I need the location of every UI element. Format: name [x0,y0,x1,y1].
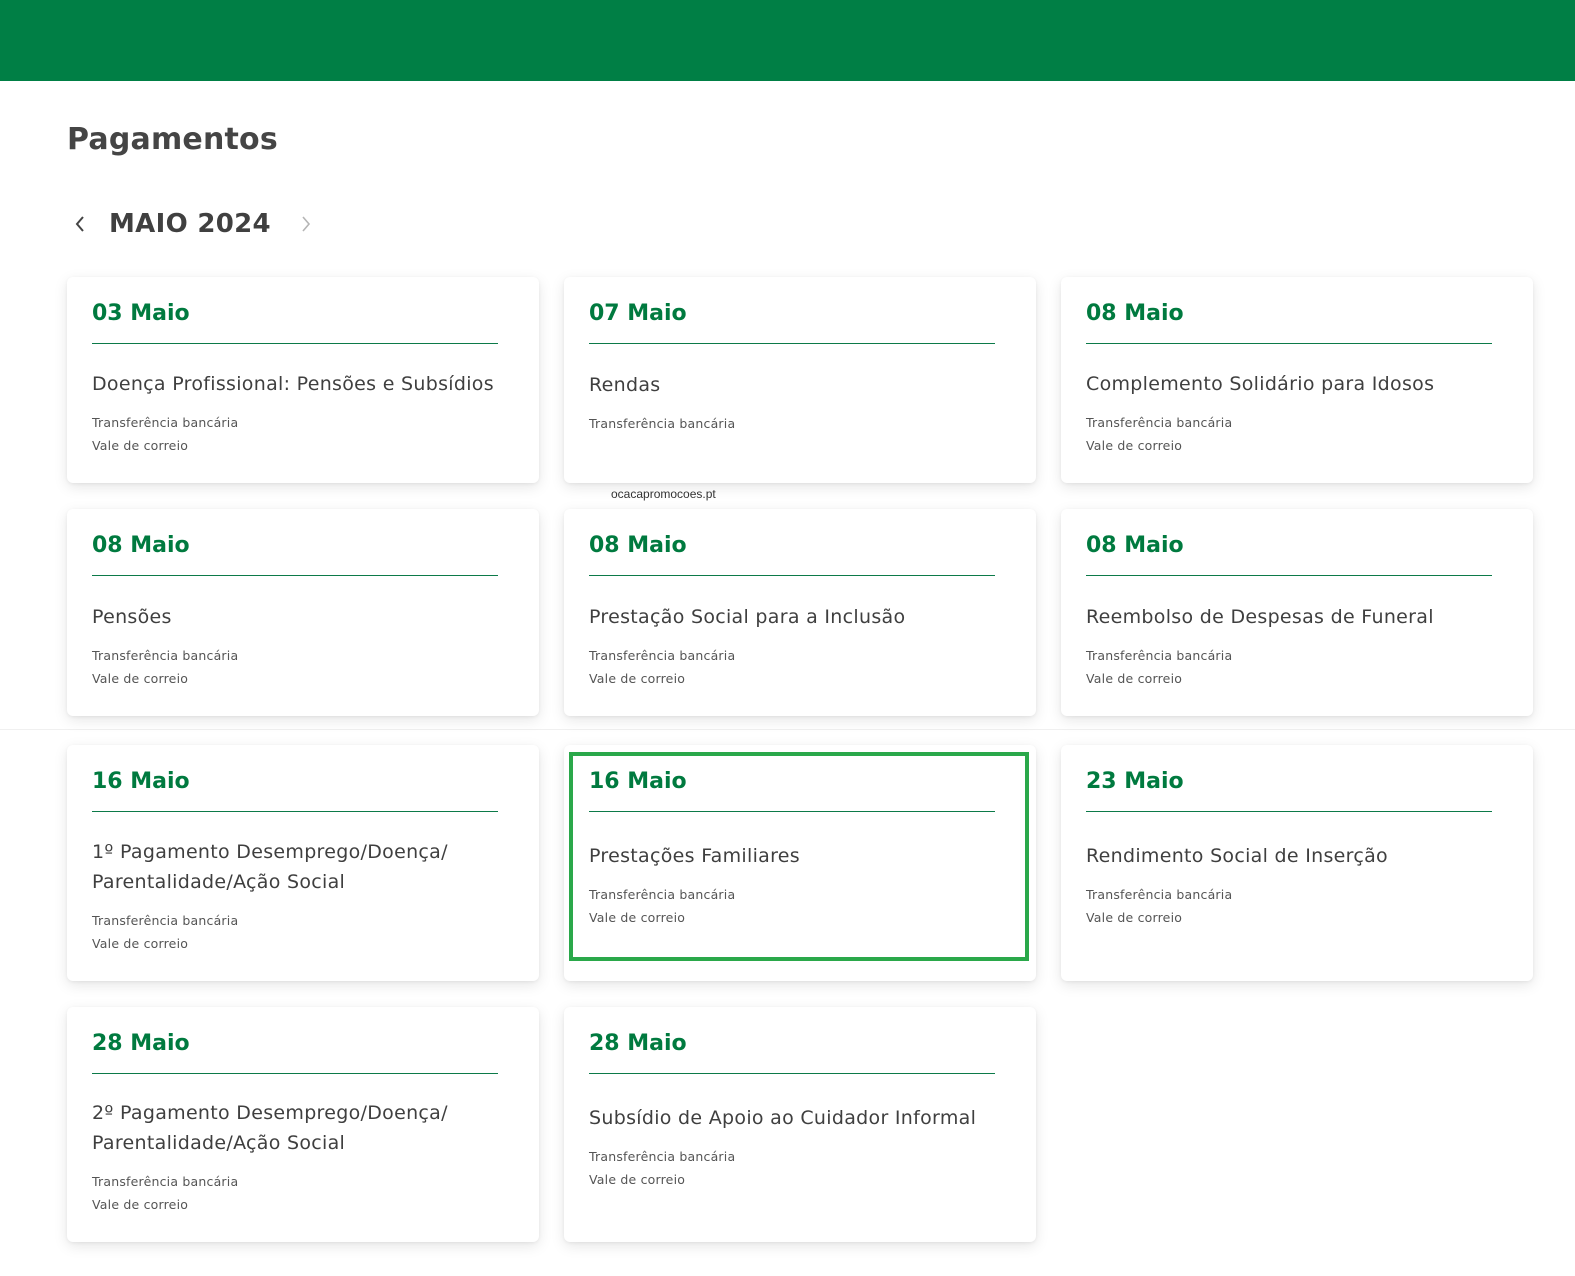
page-title: Pagamentos [67,122,278,157]
card-title: 1º Pagamento Desemprego/Doença/Parentali… [92,841,448,893]
card-divider [1086,811,1492,812]
payment-method: Transferência bancária [589,415,736,431]
card-title: Subsídio de Apoio ao Cuidador Informal [589,1106,977,1129]
card-title: Doença Profissional: Pensões e Subsídios [92,373,494,395]
card-divider [92,811,498,812]
card-divider [1086,343,1492,344]
payment-card[interactable]: 28 Maio Subsídio de Apoio ao Cuidador In… [564,1007,1036,1242]
payment-card[interactable]: 08 Maio Reembolso de Despesas de Funeral… [1061,509,1533,716]
payment-card[interactable]: 08 Maio Pensões Transferência bancária V… [67,509,539,716]
payment-method: Vale de correio [1086,671,1183,686]
card-date: 28 Maio [92,1031,190,1056]
payment-card[interactable]: 16 Maio Prestações Familiares Transferên… [564,745,1036,981]
card-date: 08 Maio [1086,301,1184,326]
payment-method: Vale de correio [92,671,189,686]
month-navigator: MAIO 2024 [67,203,319,245]
payment-method: Transferência bancária [1086,887,1233,902]
payment-method: Vale de correio [589,671,686,686]
card-title: 2º Pagamento Desemprego/Doença/Parentali… [92,1102,448,1154]
payment-method: Transferência bancária [92,1174,239,1189]
card-date: 28 Maio [589,1031,687,1056]
card-divider [589,343,995,344]
card-divider [589,811,995,812]
card-title: Rendimento Social de Inserção [1086,845,1388,867]
card-divider [589,575,995,576]
payment-method: Transferência bancária [92,415,239,430]
payment-method: Transferência bancária [589,887,736,902]
card-title: Prestação Social para a Inclusão [589,606,906,628]
payment-card[interactable]: 23 Maio Rendimento Social de Inserção Tr… [1061,745,1533,981]
payment-method: Vale de correio [589,1171,686,1187]
card-divider [92,343,498,344]
card-date: 16 Maio [589,769,687,794]
watermark-text: ocacapromocoes.pt [611,487,716,501]
chevron-left-icon[interactable] [67,203,93,245]
payment-method: Vale de correio [92,936,189,951]
payment-method: Transferência bancária [589,648,736,663]
payment-card[interactable]: 08 Maio Complemento Solidário para Idoso… [1061,277,1533,483]
card-divider [1086,575,1492,576]
payment-method: Vale de correio [92,1197,189,1212]
card-title: Reembolso de Despesas de Funeral [1086,606,1434,628]
payment-method: Transferência bancária [1086,415,1233,430]
payment-method: Transferência bancária [92,648,239,663]
card-date: 23 Maio [1086,769,1184,794]
payment-card[interactable]: 16 Maio 1º Pagamento Desemprego/Doença/P… [67,745,539,981]
payment-method: Vale de correio [1086,438,1183,453]
payment-card[interactable]: 08 Maio Prestação Social para a Inclusão… [564,509,1036,716]
card-title: Rendas [589,373,661,396]
card-title: Pensões [92,606,172,628]
payment-method: Vale de correio [589,910,686,925]
card-divider [92,575,498,576]
card-date: 08 Maio [92,533,190,558]
card-date: 08 Maio [589,533,687,558]
card-date: 08 Maio [1086,533,1184,558]
payment-card[interactable]: 28 Maio 2º Pagamento Desemprego/Doença/P… [67,1007,539,1242]
payment-method: Transferência bancária [92,913,239,928]
payment-card[interactable]: 07 Maio Rendas Transferência bancária [564,277,1036,483]
top-header-bar [0,0,1575,81]
payment-card[interactable]: 03 Maio Doença Profissional: Pensões e S… [67,277,539,483]
card-date: 03 Maio [92,301,190,326]
month-label: MAIO 2024 [109,209,271,239]
chevron-right-icon[interactable] [293,203,319,245]
payment-method: Vale de correio [92,438,189,453]
row-separator [0,729,1575,730]
card-title: Complemento Solidário para Idosos [1086,373,1435,395]
payment-method: Transferência bancária [589,1148,736,1164]
payment-method: Vale de correio [1086,910,1183,925]
card-divider [92,1073,498,1074]
card-date: 07 Maio [589,301,687,326]
card-divider [589,1073,995,1074]
payment-method: Transferência bancária [1086,648,1233,663]
card-title: Prestações Familiares [589,845,800,867]
card-date: 16 Maio [92,769,190,794]
